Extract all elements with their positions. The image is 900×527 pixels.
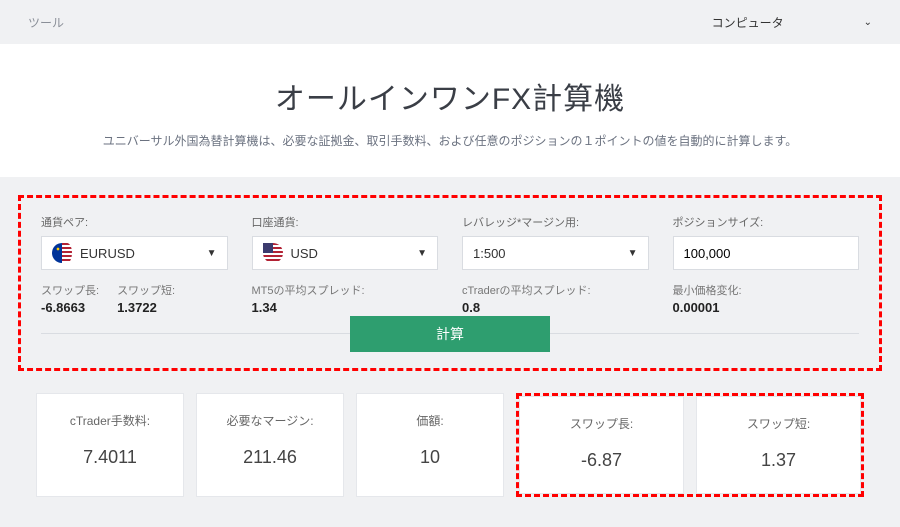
result-swap-long-value: -6.87: [528, 450, 675, 471]
result-commission-label: cTrader手数料:: [45, 412, 175, 429]
calculate-button[interactable]: 計算: [350, 316, 550, 352]
result-swap-short-value: 1.37: [705, 450, 852, 471]
result-price-label: 価額:: [365, 412, 495, 429]
chevron-down-icon: ⌄: [864, 17, 872, 28]
swap-long-label: スワップ長:: [41, 282, 99, 298]
result-swap-short: スワップ短: 1.37: [696, 396, 861, 494]
position-size-input-wrap: [673, 236, 860, 270]
swap-short-label: スワップ短:: [117, 282, 175, 298]
result-price-value: 10: [365, 447, 495, 468]
highlight-box-inputs: 通貨ペア: EURUSD ▼ スワップ長: -6.8663 スワップ短: 1.3…: [18, 195, 882, 371]
result-margin-label: 必要なマージン:: [205, 412, 335, 429]
mt5-spread-value: 1.34: [252, 300, 365, 315]
result-margin-value: 211.46: [205, 447, 335, 468]
ctrader-spread-label: cTraderの平均スプレッド:: [462, 282, 591, 298]
pair-label: 通貨ペア:: [41, 214, 228, 230]
leverage-label: レバレッジ*マージン用:: [462, 214, 649, 230]
page-title: オールインワンFX計算機: [20, 74, 880, 118]
ctrader-spread-value: 0.8: [462, 300, 591, 315]
result-swap-long-label: スワップ長:: [528, 415, 675, 432]
breadcrumb-tools[interactable]: ツール: [28, 14, 64, 31]
highlight-box-swaps: スワップ長: -6.87 スワップ短: 1.37: [516, 393, 864, 497]
top-dropdown[interactable]: コンピュータ ⌄: [712, 14, 872, 31]
result-price: 価額: 10: [356, 393, 504, 497]
hero: オールインワンFX計算機 ユニバーサル外国為替計算機は、必要な証拠金、取引手数料…: [0, 44, 900, 177]
top-dropdown-label: コンピュータ: [712, 14, 784, 31]
account-currency-select[interactable]: USD ▼: [252, 236, 439, 270]
leverage-select[interactable]: 1:500 ▼: [462, 236, 649, 270]
caret-down-icon: ▼: [417, 248, 427, 259]
position-size-input[interactable]: [684, 246, 849, 261]
page-subtitle: ユニバーサル外国為替計算機は、必要な証拠金、取引手数料、および任意のポジションの…: [20, 132, 880, 149]
top-bar: ツール コンピュータ ⌄: [0, 0, 900, 44]
min-change-value: 0.00001: [673, 300, 742, 315]
pair-value: EURUSD: [80, 246, 135, 261]
swap-short-value: 1.3722: [117, 300, 175, 315]
account-currency-label: 口座通貨:: [252, 214, 439, 230]
results-row: cTrader手数料: 7.4011 必要なマージン: 211.46 価額: 1…: [18, 371, 882, 497]
swap-long-value: -6.8663: [41, 300, 99, 315]
calculator-section: 通貨ペア: EURUSD ▼ スワップ長: -6.8663 スワップ短: 1.3…: [0, 177, 900, 527]
result-swap-short-label: スワップ短:: [705, 415, 852, 432]
account-currency-value: USD: [291, 246, 318, 261]
caret-down-icon: ▼: [207, 248, 217, 259]
min-change-label: 最小価格変化:: [673, 282, 742, 298]
mt5-spread-label: MT5の平均スプレッド:: [252, 282, 365, 298]
result-commission: cTrader手数料: 7.4011: [36, 393, 184, 497]
caret-down-icon: ▼: [628, 248, 638, 259]
result-swap-long: スワップ長: -6.87: [519, 396, 684, 494]
result-commission-value: 7.4011: [45, 447, 175, 468]
eurusd-flag-icon: [52, 243, 72, 263]
position-size-label: ポジションサイズ:: [673, 214, 860, 230]
leverage-value: 1:500: [473, 246, 506, 261]
pair-select[interactable]: EURUSD ▼: [41, 236, 228, 270]
usd-flag-icon: [263, 243, 283, 263]
result-margin: 必要なマージン: 211.46: [196, 393, 344, 497]
